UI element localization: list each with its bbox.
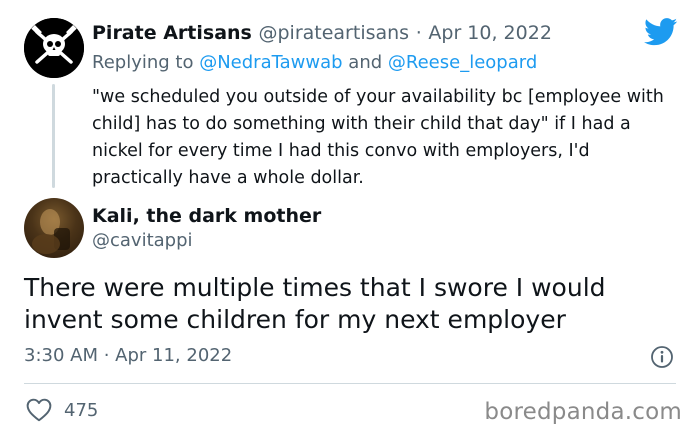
thread-connector-line [52, 84, 55, 188]
parent-separator: · [415, 22, 422, 44]
like-count[interactable]: 475 [64, 400, 98, 421]
tweet-timestamp[interactable]: 3:30 AM · Apr 11, 2022 [24, 345, 232, 366]
main-handle[interactable]: @cavitappi [92, 230, 193, 251]
parent-date[interactable]: Apr 10, 2022 [428, 22, 552, 44]
twitter-bird-icon[interactable] [644, 18, 678, 46]
main-tweet-text: There were multiple times that I swore I… [24, 273, 606, 334]
parent-tweet-text: "we scheduled you outside of your availa… [92, 87, 664, 188]
avatar-pirate-artisans[interactable] [24, 18, 84, 78]
parent-display-name[interactable]: Pirate Artisans [92, 22, 252, 44]
avatar-kali[interactable] [24, 198, 84, 258]
reply-mention-2[interactable]: @Reese_leopard [388, 52, 537, 73]
parent-tweet-header: Pirate Artisans @pirateartisans · Apr 10… [92, 22, 552, 44]
heart-icon[interactable] [26, 398, 52, 422]
main-display-name[interactable]: Kali, the dark mother [92, 205, 321, 227]
reply-conjunction: and [348, 52, 383, 73]
replying-to-line: Replying to @NedraTawwab and @Reese_leop… [92, 52, 537, 73]
skull-crossbones-icon [24, 18, 84, 78]
parent-handle[interactable]: @pirateartisans [258, 22, 409, 44]
avatar-photo [32, 209, 70, 254]
watermark: boredpanda.com [484, 399, 682, 425]
reply-mention-1[interactable]: @NedraTawwab [199, 52, 342, 73]
info-icon[interactable] [650, 345, 674, 369]
replying-prefix: Replying to [92, 52, 194, 73]
divider [24, 383, 676, 384]
